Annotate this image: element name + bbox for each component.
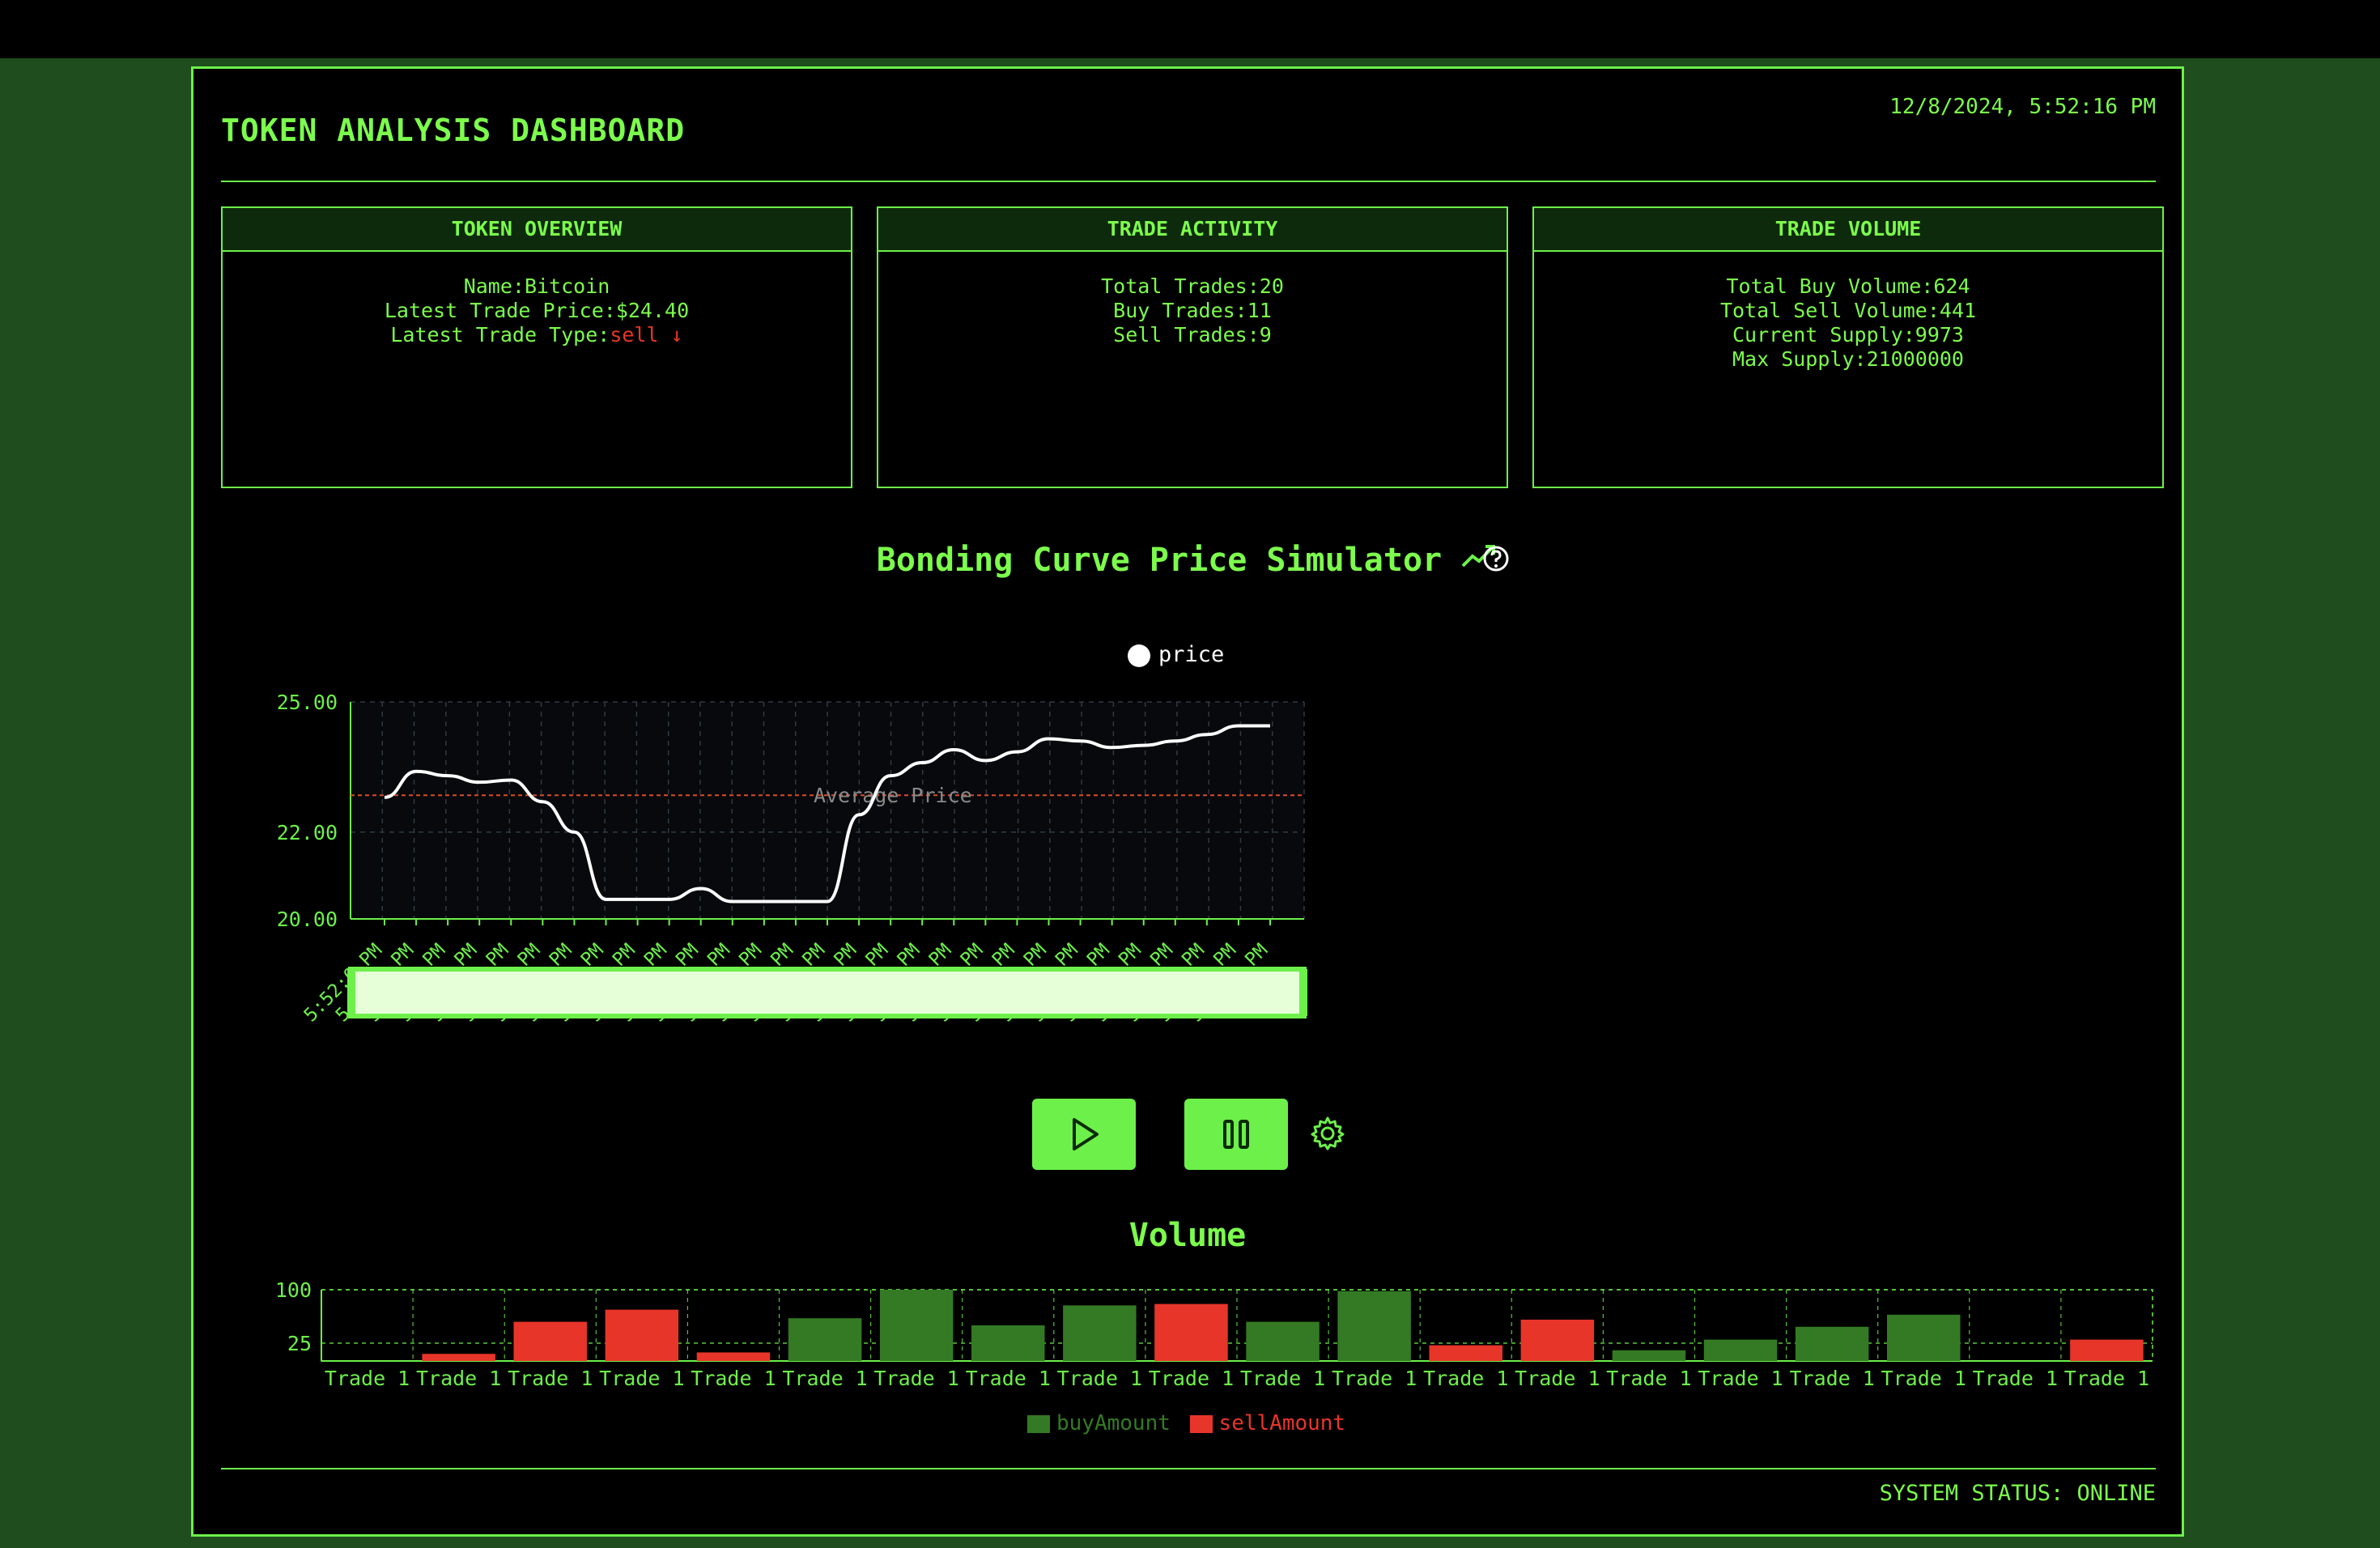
footer-divider	[221, 1468, 2156, 1469]
gear-icon[interactable]	[1309, 1115, 1346, 1152]
slider-handle-right	[1299, 969, 1307, 1016]
system-status: SYSTEM STATUS: ONLINE	[1879, 1481, 2156, 1506]
pause-icon	[1223, 1120, 1249, 1149]
volume-title: Volume	[1128, 1217, 1247, 1254]
volume-legend: buyAmount sellAmount	[1027, 1411, 1345, 1435]
sell-legend-label: sellAmount	[1218, 1411, 1346, 1435]
sell-legend-item[interactable]: sellAmount	[1189, 1411, 1346, 1435]
slider-handle-left	[347, 969, 355, 1016]
play-icon	[1073, 1118, 1099, 1150]
average-price-label: Average Price	[814, 784, 972, 807]
y-tick-label: 22.00	[277, 821, 338, 844]
y-tick-label: 25.00	[277, 691, 338, 714]
pause-button[interactable]	[1184, 1099, 1288, 1170]
buy-legend-label: buyAmount	[1056, 1411, 1171, 1435]
play-button[interactable]	[1032, 1099, 1136, 1170]
dashboard-frame: TOKEN ANALYSIS DASHBOARD 12/8/2024, 5:52…	[191, 66, 2184, 1537]
time-range-slider	[348, 967, 1307, 1019]
price-chart: 25.0022.0020.00Average Price5:52:0 PM5:5…	[277, 691, 1307, 1026]
buy-legend-item[interactable]: buyAmount	[1027, 1411, 1171, 1435]
y-tick-label: 20.00	[277, 908, 338, 931]
